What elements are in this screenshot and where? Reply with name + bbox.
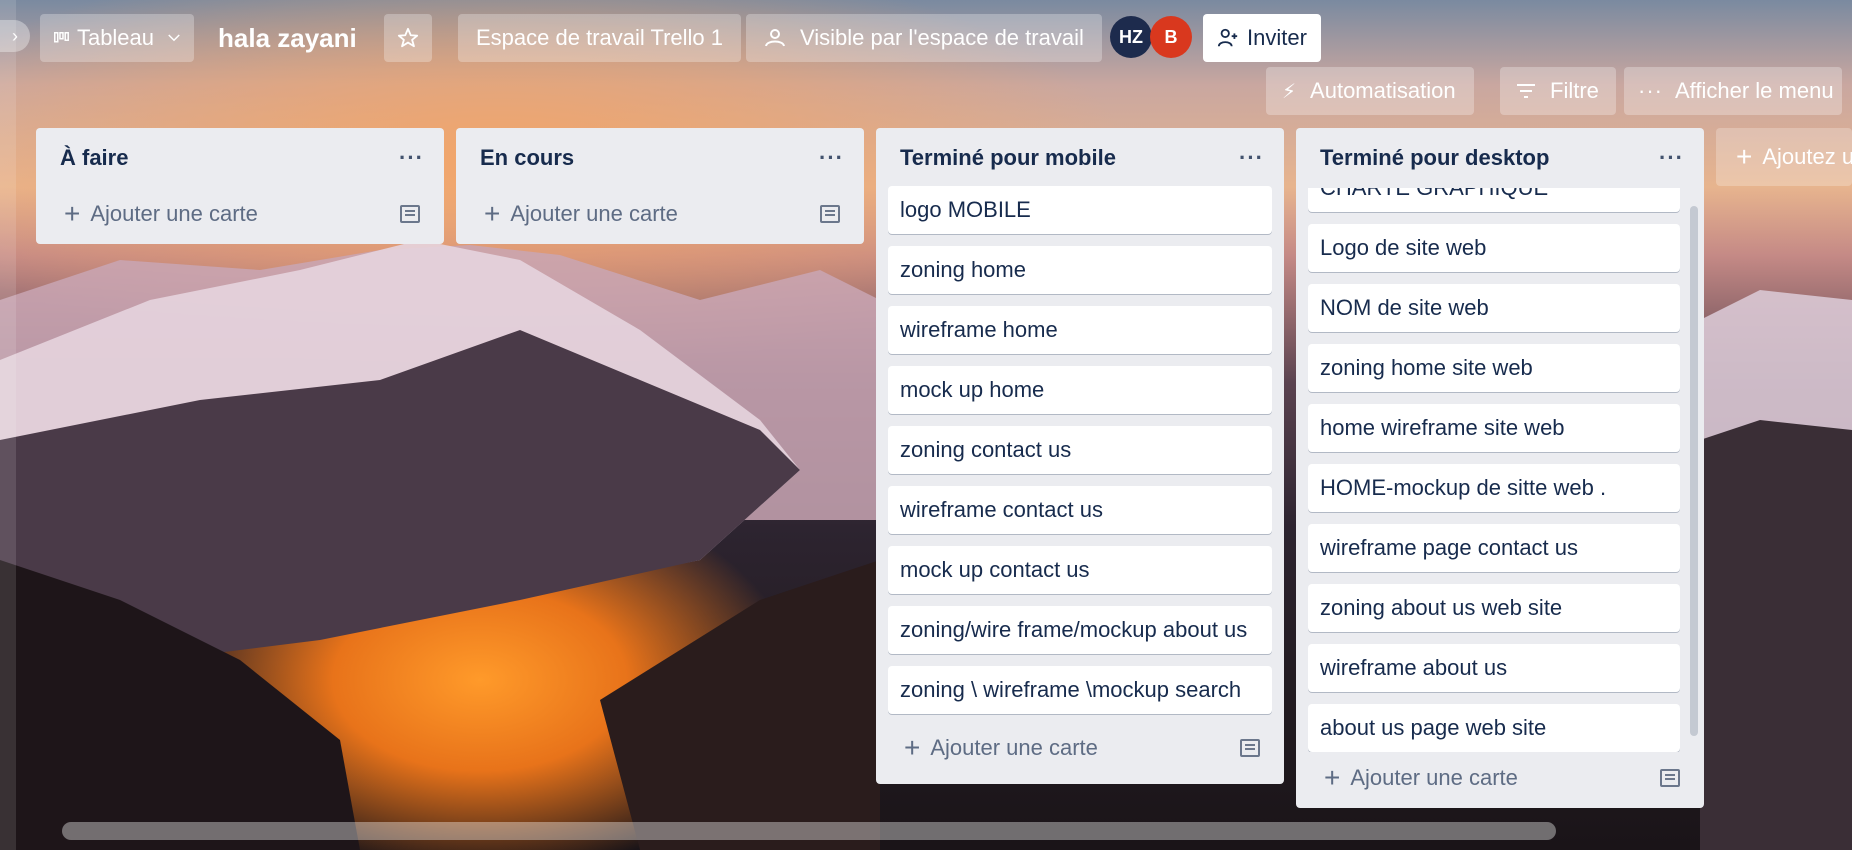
list-menu-icon[interactable]: ···: [819, 145, 844, 171]
card[interactable]: zoning contact us: [888, 426, 1272, 474]
plus-icon: +: [904, 732, 921, 763]
list-title[interactable]: Terminé pour desktop: [1320, 145, 1549, 171]
add-list-label: Ajoutez une autre liste: [1762, 144, 1852, 169]
invite-label: Inviter: [1247, 25, 1307, 50]
vertical-scrollbar[interactable]: [1690, 206, 1698, 736]
add-card-button[interactable]: + Ajouter une carte: [456, 188, 864, 240]
card[interactable]: zoning \ wireframe \mockup search: [888, 666, 1272, 714]
avatar-initials: HZ: [1119, 26, 1143, 47]
card[interactable]: wireframe about us: [1308, 644, 1680, 692]
card[interactable]: CHARTE GRAPHIQUE: [1308, 188, 1680, 212]
list-todo: À faire ··· + Ajouter une carte: [36, 128, 444, 244]
add-card-label: Ajouter une carte: [1350, 765, 1518, 790]
horizontal-scrollbar[interactable]: [62, 822, 1556, 840]
list-header[interactable]: Terminé pour mobile ···: [876, 128, 1284, 188]
list-header[interactable]: Terminé pour desktop ···: [1296, 128, 1704, 188]
card[interactable]: zoning about us web site: [1308, 584, 1680, 632]
list-in-progress: En cours ··· + Ajouter une carte: [456, 128, 864, 244]
add-user-icon: [1217, 28, 1238, 47]
filter-label: Filtre: [1550, 78, 1599, 103]
add-list-button[interactable]: + Ajoutez une autre liste: [1716, 128, 1852, 186]
left-edge: [0, 0, 16, 850]
view-switcher-label: Tableau: [76, 25, 155, 50]
visibility-label: Visible par l'espace de travail: [800, 25, 1084, 50]
card-template-icon[interactable]: [1660, 769, 1680, 787]
workspace-button[interactable]: Espace de travail Trello 1: [458, 14, 742, 62]
list-done-mobile: Terminé pour mobile ··· logo MOBILE zoni…: [876, 128, 1284, 784]
filter-icon: [1517, 84, 1535, 98]
star-button[interactable]: [384, 14, 432, 62]
avatar-initials: B: [1164, 26, 1178, 47]
list-title[interactable]: Terminé pour mobile: [900, 145, 1116, 171]
card-template-icon[interactable]: [1240, 739, 1260, 757]
plus-icon: +: [1736, 141, 1753, 172]
automation-button[interactable]: ⚡ Automatisation: [1266, 67, 1474, 115]
automation-label: Automatisation: [1310, 78, 1456, 103]
card[interactable]: zoning home: [888, 246, 1272, 294]
list-menu-icon[interactable]: ···: [399, 145, 424, 171]
card[interactable]: mock up contact us: [888, 546, 1272, 594]
plus-icon: +: [64, 198, 81, 229]
show-menu-label: Afficher le menu: [1674, 78, 1834, 103]
add-card-label: Ajouter une carte: [930, 735, 1098, 760]
chevron-down-icon: [168, 34, 180, 42]
add-card-button[interactable]: + Ajouter une carte: [36, 188, 444, 240]
sidebar-toggle[interactable]: ›: [0, 20, 30, 52]
board-header: › Tableau hala zayani Espace de travail …: [0, 0, 1852, 115]
list-menu-icon[interactable]: ···: [1239, 145, 1264, 171]
star-icon: [397, 27, 419, 48]
avatar[interactable]: B: [1150, 16, 1192, 58]
add-card-label: Ajouter une carte: [90, 201, 258, 226]
plus-icon: +: [1324, 762, 1341, 793]
card-template-icon[interactable]: [820, 205, 840, 223]
card[interactable]: NOM de site web: [1308, 284, 1680, 332]
visibility-button[interactable]: Visible par l'espace de travail: [746, 14, 1102, 62]
more-icon: ···: [1638, 78, 1663, 103]
card[interactable]: wireframe page contact us: [1308, 524, 1680, 572]
card-scroll-area[interactable]: CHARTE GRAPHIQUE Logo de site web NOM de…: [1296, 188, 1704, 752]
chevron-right-icon: ›: [12, 25, 18, 46]
card[interactable]: about us page web site: [1308, 704, 1680, 752]
list-done-desktop: Terminé pour desktop ··· CHARTE GRAPHIQU…: [1296, 128, 1704, 808]
card[interactable]: HOME-mockup de sitte web .: [1308, 464, 1680, 512]
card[interactable]: wireframe home: [888, 306, 1272, 354]
card[interactable]: zoning/wire frame/mockup about us: [888, 606, 1272, 654]
plus-icon: +: [484, 198, 501, 229]
card[interactable]: wireframe contact us: [888, 486, 1272, 534]
card[interactable]: zoning home site web: [1308, 344, 1680, 392]
show-menu-button[interactable]: ··· Afficher le menu: [1624, 67, 1842, 115]
add-card-button[interactable]: + Ajouter une carte: [1296, 752, 1704, 804]
card[interactable]: logo MOBILE: [888, 186, 1272, 234]
workspace-label: Espace de travail Trello 1: [476, 25, 724, 50]
board-title[interactable]: hala zayani: [206, 14, 369, 62]
add-card-label: Ajouter une carte: [510, 201, 678, 226]
view-switcher-button[interactable]: Tableau: [40, 14, 194, 62]
board-view-icon: [54, 32, 69, 43]
card[interactable]: Logo de site web: [1308, 224, 1680, 272]
list-menu-icon[interactable]: ···: [1659, 145, 1684, 171]
list-header[interactable]: À faire ···: [36, 128, 444, 188]
invite-button[interactable]: Inviter: [1203, 14, 1321, 62]
list-title[interactable]: En cours: [480, 145, 574, 171]
card[interactable]: home wireframe site web: [1308, 404, 1680, 452]
lightning-icon: ⚡: [1282, 80, 1297, 103]
list-title[interactable]: À faire: [60, 145, 128, 171]
add-card-button[interactable]: + Ajouter une carte: [876, 722, 1284, 774]
card[interactable]: mock up home: [888, 366, 1272, 414]
avatar[interactable]: HZ: [1110, 16, 1152, 58]
filter-button[interactable]: Filtre: [1500, 67, 1616, 115]
team-visibility-icon: [765, 29, 785, 47]
card-template-icon[interactable]: [400, 205, 420, 223]
list-header[interactable]: En cours ···: [456, 128, 864, 188]
